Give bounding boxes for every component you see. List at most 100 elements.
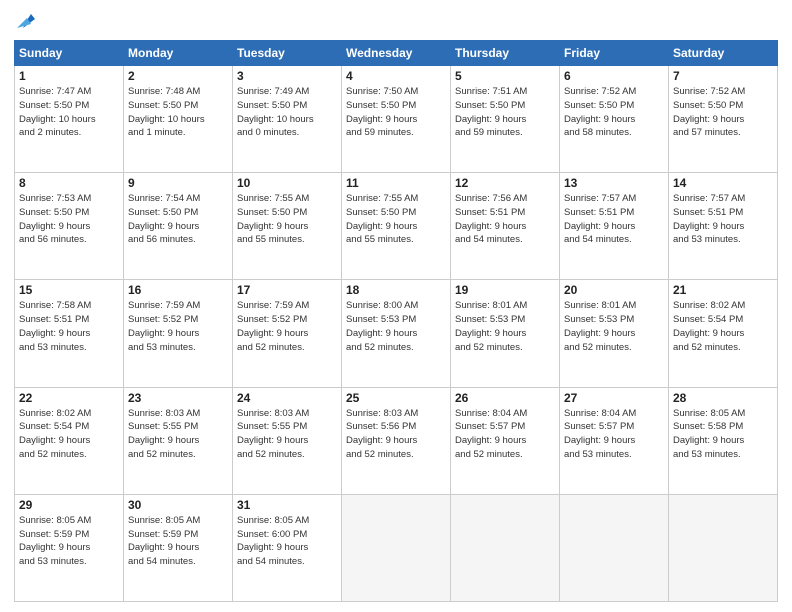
day-info: Sunrise: 7:56 AMSunset: 5:51 PMDaylight:… <box>455 193 527 245</box>
day-number: 2 <box>128 69 228 83</box>
day-info: Sunrise: 7:59 AMSunset: 5:52 PMDaylight:… <box>128 300 200 352</box>
day-info: Sunrise: 8:05 AMSunset: 5:58 PMDaylight:… <box>673 408 745 460</box>
calendar-cell <box>560 494 669 601</box>
dow-header-monday: Monday <box>124 41 233 66</box>
day-info: Sunrise: 7:49 AMSunset: 5:50 PMDaylight:… <box>237 86 314 138</box>
calendar-cell: 19 Sunrise: 8:01 AMSunset: 5:53 PMDayligh… <box>451 280 560 387</box>
day-info: Sunrise: 8:05 AMSunset: 5:59 PMDaylight:… <box>128 515 200 567</box>
calendar-week-4: 22 Sunrise: 8:02 AMSunset: 5:54 PMDayligh… <box>15 387 778 494</box>
day-info: Sunrise: 8:04 AMSunset: 5:57 PMDaylight:… <box>564 408 636 460</box>
day-number: 19 <box>455 283 555 297</box>
day-number: 21 <box>673 283 773 297</box>
day-number: 14 <box>673 176 773 190</box>
calendar-cell: 8 Sunrise: 7:53 AMSunset: 5:50 PMDaylight… <box>15 173 124 280</box>
day-number: 10 <box>237 176 337 190</box>
day-number: 18 <box>346 283 446 297</box>
calendar-cell: 13 Sunrise: 7:57 AMSunset: 5:51 PMDayligh… <box>560 173 669 280</box>
day-number: 27 <box>564 391 664 405</box>
calendar-cell <box>669 494 778 601</box>
dow-header-saturday: Saturday <box>669 41 778 66</box>
day-number: 11 <box>346 176 446 190</box>
calendar-cell: 24Sunrise: 8:03 AMSunset: 5:55 PMDayligh… <box>233 387 342 494</box>
day-of-week-row: SundayMondayTuesdayWednesdayThursdayFrid… <box>15 41 778 66</box>
calendar-cell: 22 Sunrise: 8:02 AMSunset: 5:54 PMDayligh… <box>15 387 124 494</box>
day-info: Sunrise: 7:47 AMSunset: 5:50 PMDaylight:… <box>19 86 96 138</box>
day-info: Sunrise: 8:05 AMSunset: 5:59 PMDaylight:… <box>19 515 91 567</box>
dow-header-friday: Friday <box>560 41 669 66</box>
calendar-cell: 5 Sunrise: 7:51 AMSunset: 5:50 PMDaylight… <box>451 66 560 173</box>
day-number: 16 <box>128 283 228 297</box>
calendar-cell: 10Sunrise: 7:55 AMSunset: 5:50 PMDayligh… <box>233 173 342 280</box>
day-info: Sunrise: 8:05 AMSunset: 6:00 PMDaylight:… <box>237 515 309 567</box>
calendar-cell: 1Sunrise: 7:47 AMSunset: 5:50 PMDaylight… <box>15 66 124 173</box>
day-info: Sunrise: 7:50 AMSunset: 5:50 PMDaylight:… <box>346 86 418 138</box>
day-info: Sunrise: 7:53 AMSunset: 5:50 PMDaylight:… <box>19 193 91 245</box>
day-info: Sunrise: 7:51 AMSunset: 5:50 PMDaylight:… <box>455 86 527 138</box>
day-info: Sunrise: 8:00 AMSunset: 5:53 PMDaylight:… <box>346 300 418 352</box>
calendar-cell: 23 Sunrise: 8:03 AMSunset: 5:55 PMDayligh… <box>124 387 233 494</box>
day-info: Sunrise: 7:57 AMSunset: 5:51 PMDaylight:… <box>564 193 636 245</box>
calendar-cell: 27 Sunrise: 8:04 AMSunset: 5:57 PMDayligh… <box>560 387 669 494</box>
day-number: 12 <box>455 176 555 190</box>
day-info: Sunrise: 7:52 AMSunset: 5:50 PMDaylight:… <box>564 86 636 138</box>
day-info: Sunrise: 7:57 AMSunset: 5:51 PMDaylight:… <box>673 193 745 245</box>
day-number: 28 <box>673 391 773 405</box>
logo-icon <box>17 10 39 32</box>
day-number: 30 <box>128 498 228 512</box>
day-info: Sunrise: 8:03 AMSunset: 5:55 PMDaylight:… <box>128 408 200 460</box>
calendar-cell: 20 Sunrise: 8:01 AMSunset: 5:53 PMDayligh… <box>560 280 669 387</box>
dow-header-sunday: Sunday <box>15 41 124 66</box>
day-number: 4 <box>346 69 446 83</box>
calendar-week-2: 8 Sunrise: 7:53 AMSunset: 5:50 PMDaylight… <box>15 173 778 280</box>
header <box>14 10 778 32</box>
calendar-cell <box>451 494 560 601</box>
calendar-week-3: 15 Sunrise: 7:58 AMSunset: 5:51 PMDayligh… <box>15 280 778 387</box>
logo-area <box>14 10 41 32</box>
calendar-cell: 15 Sunrise: 7:58 AMSunset: 5:51 PMDayligh… <box>15 280 124 387</box>
calendar-cell: 16 Sunrise: 7:59 AMSunset: 5:52 PMDayligh… <box>124 280 233 387</box>
dow-header-tuesday: Tuesday <box>233 41 342 66</box>
day-info: Sunrise: 8:01 AMSunset: 5:53 PMDaylight:… <box>455 300 527 352</box>
calendar-cell: 6Sunrise: 7:52 AMSunset: 5:50 PMDaylight… <box>560 66 669 173</box>
day-number: 17 <box>237 283 337 297</box>
calendar-cell: 21 Sunrise: 8:02 AMSunset: 5:54 PMDayligh… <box>669 280 778 387</box>
day-number: 22 <box>19 391 119 405</box>
calendar-cell: 30 Sunrise: 8:05 AMSunset: 5:59 PMDayligh… <box>124 494 233 601</box>
calendar-cell: 26 Sunrise: 8:04 AMSunset: 5:57 PMDayligh… <box>451 387 560 494</box>
day-info: Sunrise: 7:54 AMSunset: 5:50 PMDaylight:… <box>128 193 200 245</box>
calendar-week-5: 29Sunrise: 8:05 AMSunset: 5:59 PMDayligh… <box>15 494 778 601</box>
day-info: Sunrise: 8:02 AMSunset: 5:54 PMDaylight:… <box>19 408 91 460</box>
logo <box>14 10 41 32</box>
calendar-cell: 28 Sunrise: 8:05 AMSunset: 5:58 PMDayligh… <box>669 387 778 494</box>
day-info: Sunrise: 7:58 AMSunset: 5:51 PMDaylight:… <box>19 300 91 352</box>
calendar-body: 1Sunrise: 7:47 AMSunset: 5:50 PMDaylight… <box>15 66 778 602</box>
day-info: Sunrise: 7:48 AMSunset: 5:50 PMDaylight:… <box>128 86 205 138</box>
day-number: 20 <box>564 283 664 297</box>
day-info: Sunrise: 7:52 AMSunset: 5:50 PMDaylight:… <box>673 86 745 138</box>
calendar-cell: 11Sunrise: 7:55 AMSunset: 5:50 PMDayligh… <box>342 173 451 280</box>
day-number: 9 <box>128 176 228 190</box>
day-number: 26 <box>455 391 555 405</box>
calendar-cell <box>342 494 451 601</box>
calendar-cell: 3Sunrise: 7:49 AMSunset: 5:50 PMDaylight… <box>233 66 342 173</box>
calendar-cell: 29Sunrise: 8:05 AMSunset: 5:59 PMDayligh… <box>15 494 124 601</box>
day-info: Sunrise: 7:59 AMSunset: 5:52 PMDaylight:… <box>237 300 309 352</box>
calendar-week-1: 1Sunrise: 7:47 AMSunset: 5:50 PMDaylight… <box>15 66 778 173</box>
calendar-cell: 18 Sunrise: 8:00 AMSunset: 5:53 PMDayligh… <box>342 280 451 387</box>
calendar-cell: 17 Sunrise: 7:59 AMSunset: 5:52 PMDayligh… <box>233 280 342 387</box>
day-number: 23 <box>128 391 228 405</box>
calendar-cell: 4 Sunrise: 7:50 AMSunset: 5:50 PMDaylight… <box>342 66 451 173</box>
day-number: 13 <box>564 176 664 190</box>
day-number: 5 <box>455 69 555 83</box>
day-info: Sunrise: 8:03 AMSunset: 5:56 PMDaylight:… <box>346 408 418 460</box>
day-info: Sunrise: 8:04 AMSunset: 5:57 PMDaylight:… <box>455 408 527 460</box>
day-info: Sunrise: 8:01 AMSunset: 5:53 PMDaylight:… <box>564 300 636 352</box>
day-number: 8 <box>19 176 119 190</box>
day-number: 31 <box>237 498 337 512</box>
day-number: 25 <box>346 391 446 405</box>
day-info: Sunrise: 8:02 AMSunset: 5:54 PMDaylight:… <box>673 300 745 352</box>
calendar-cell: 2 Sunrise: 7:48 AMSunset: 5:50 PMDaylight… <box>124 66 233 173</box>
day-info: Sunrise: 8:03 AMSunset: 5:55 PMDaylight:… <box>237 408 309 460</box>
day-number: 15 <box>19 283 119 297</box>
calendar-cell: 12 Sunrise: 7:56 AMSunset: 5:51 PMDayligh… <box>451 173 560 280</box>
